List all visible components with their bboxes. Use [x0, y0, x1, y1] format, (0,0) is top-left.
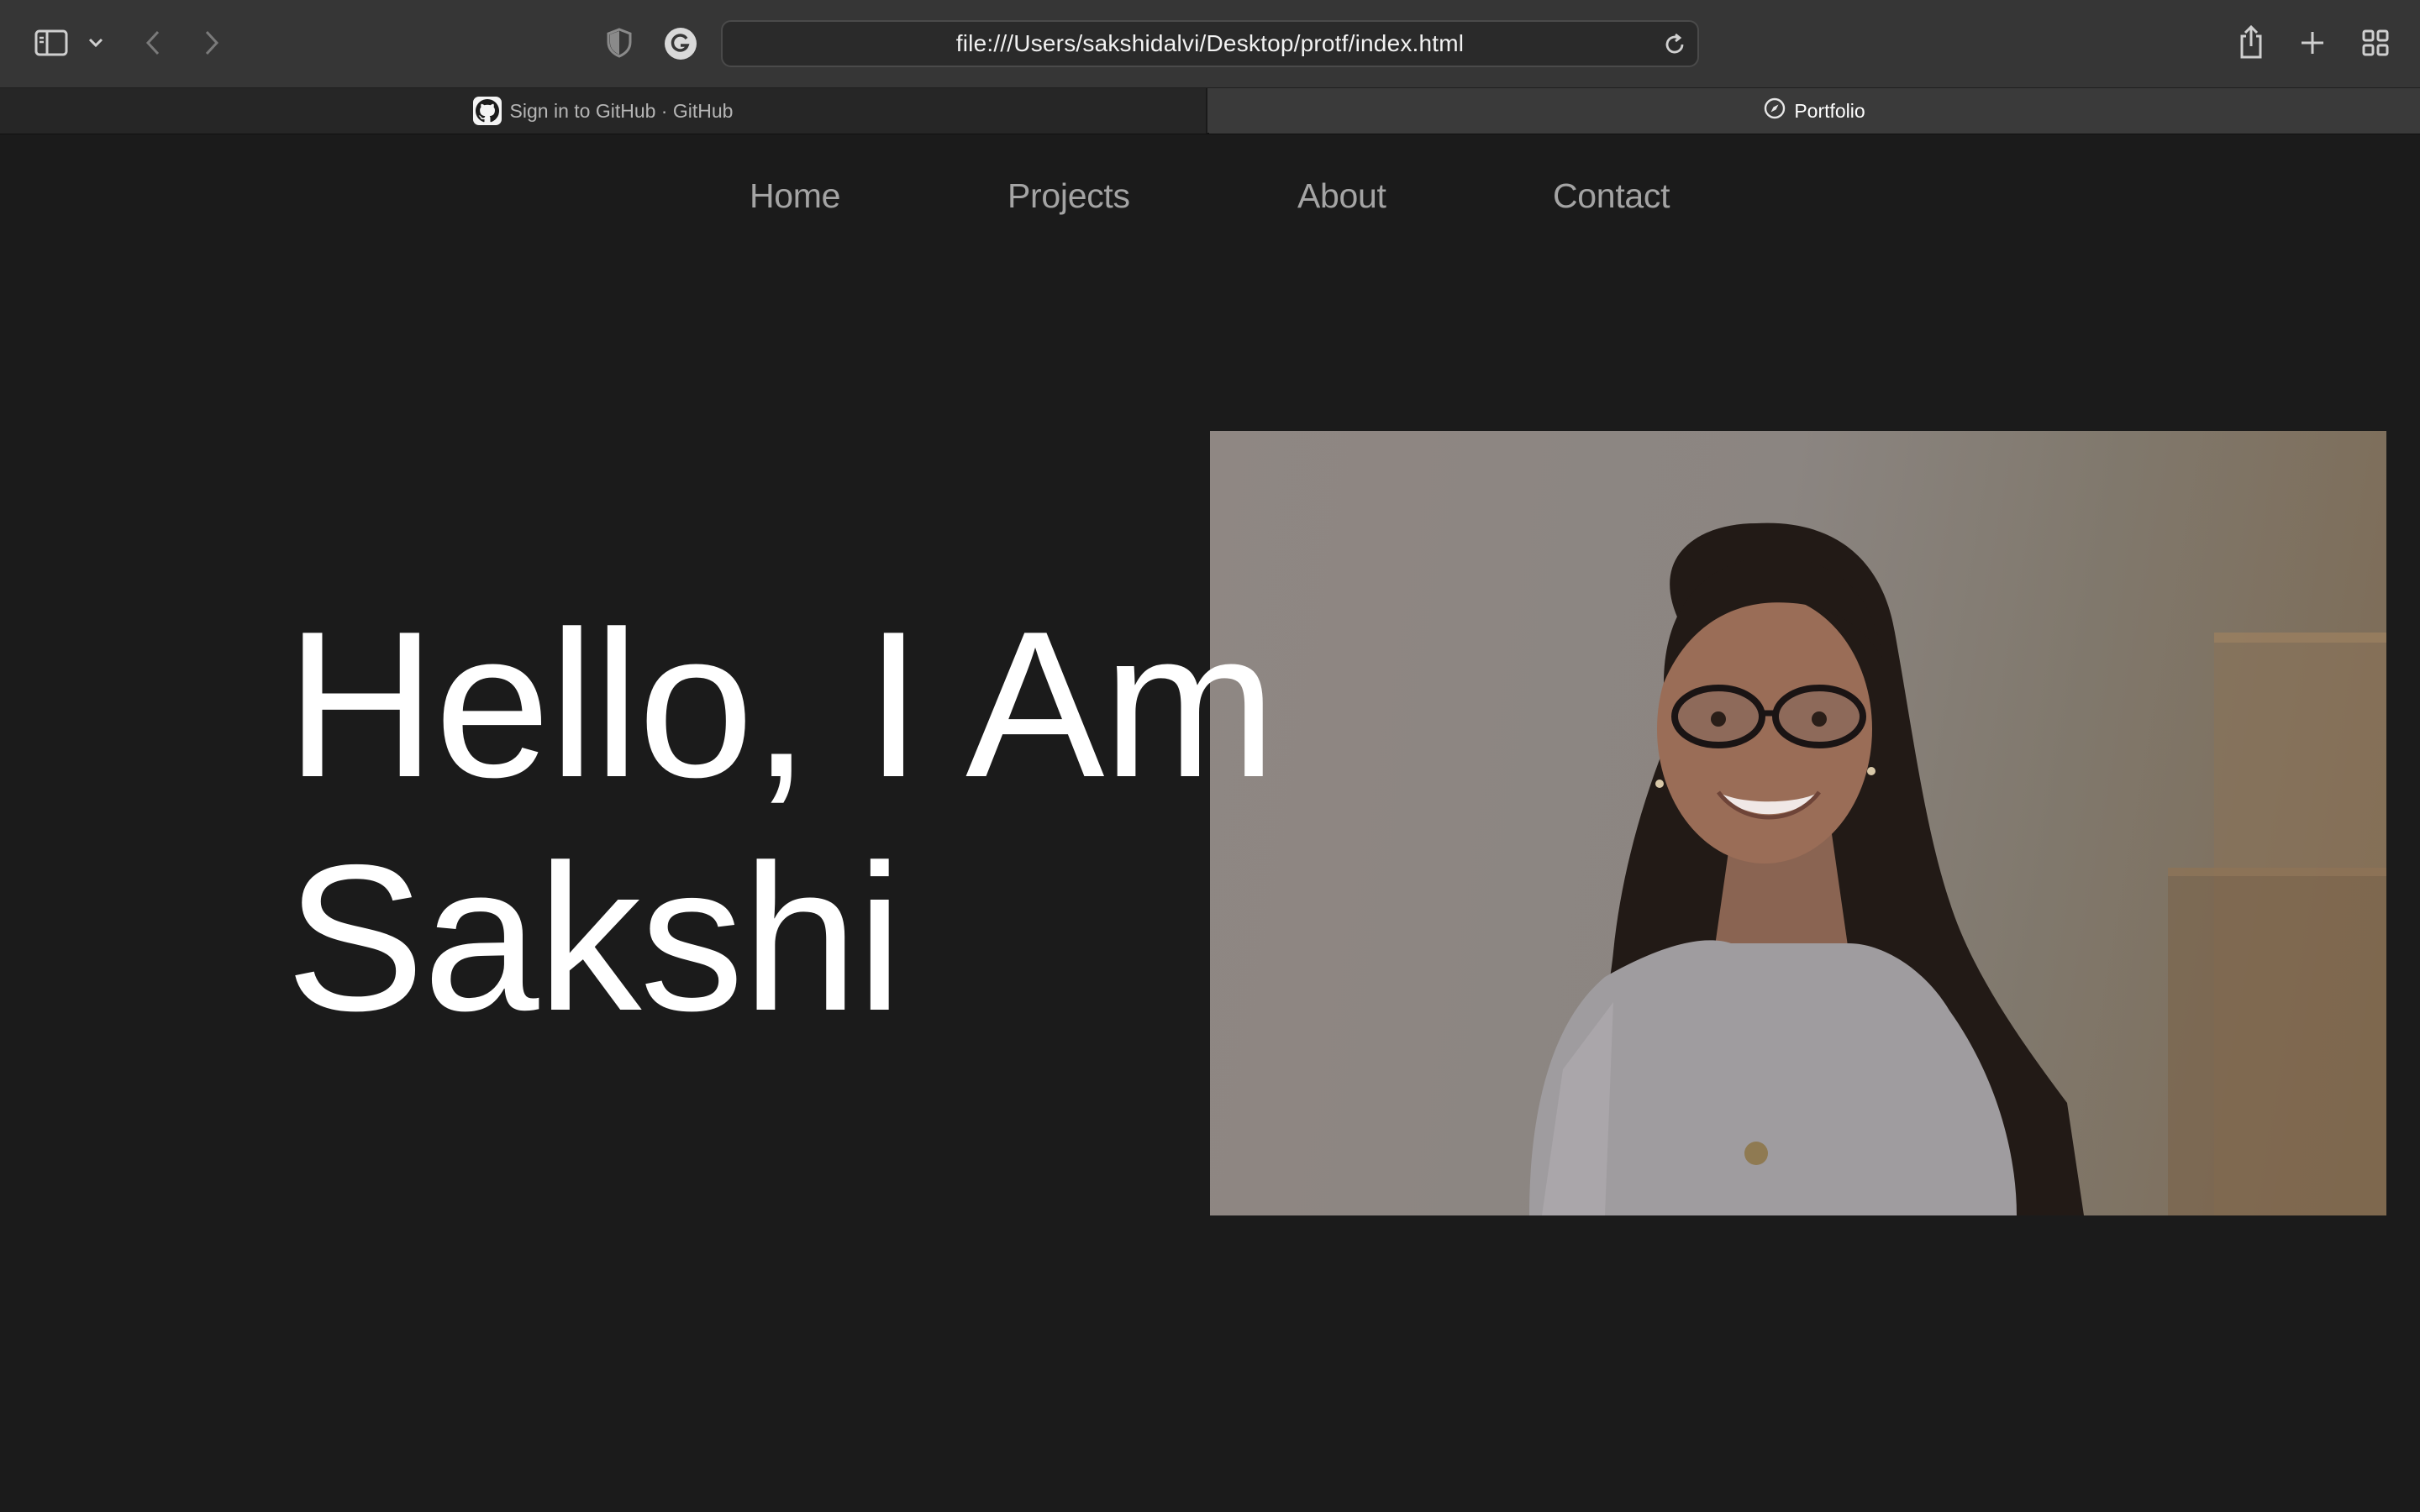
profile-photo	[1210, 431, 2386, 1215]
plus-icon[interactable]	[2297, 27, 2328, 59]
reload-icon[interactable]	[1662, 32, 1687, 57]
address-bar[interactable]: file:///Users/sakshidalvi/Desktop/protf/…	[721, 20, 1699, 67]
tab-overview-icon[interactable]	[2360, 27, 2391, 59]
main-nav: Home Projects About Contact	[0, 176, 2420, 227]
sidebar-icon[interactable]	[32, 25, 71, 60]
url-text: file:///Users/sakshidalvi/Desktop/protf/…	[955, 30, 1465, 56]
tab-bar: Sign in to GitHub · GitHub Portfolio	[0, 87, 2420, 134]
forward-icon[interactable]	[198, 25, 225, 60]
tab-github[interactable]: Sign in to GitHub · GitHub	[0, 88, 1207, 134]
hero-title-line1: Hello, I Am	[286, 587, 1276, 821]
chevron-down-icon[interactable]	[84, 30, 108, 55]
nav-projects-link[interactable]: Projects	[1007, 176, 1130, 216]
compass-icon	[1764, 97, 1786, 124]
shield-icon[interactable]	[605, 27, 634, 59]
tab-portfolio[interactable]: Portfolio	[1209, 88, 2420, 134]
hero-title: Hello, I Am Sakshi	[286, 587, 1276, 1054]
browser-toolbar: file:///Users/sakshidalvi/Desktop/protf/…	[0, 0, 2420, 87]
portfolio-page: Home Projects About Contact Hello, I Am …	[0, 136, 2420, 1512]
nav-contact-link[interactable]: Contact	[1553, 176, 1670, 216]
share-icon[interactable]	[2235, 24, 2267, 60]
grammarly-icon[interactable]	[664, 27, 697, 60]
hero-title-line2: Sakshi	[286, 821, 902, 1054]
back-icon[interactable]	[139, 25, 166, 60]
tab-title: Sign in to GitHub · GitHub	[509, 99, 734, 122]
nav-home-link[interactable]: Home	[750, 176, 840, 216]
tab-title: Portfolio	[1794, 99, 1865, 122]
github-icon	[472, 97, 502, 125]
nav-about-link[interactable]: About	[1297, 176, 1386, 216]
